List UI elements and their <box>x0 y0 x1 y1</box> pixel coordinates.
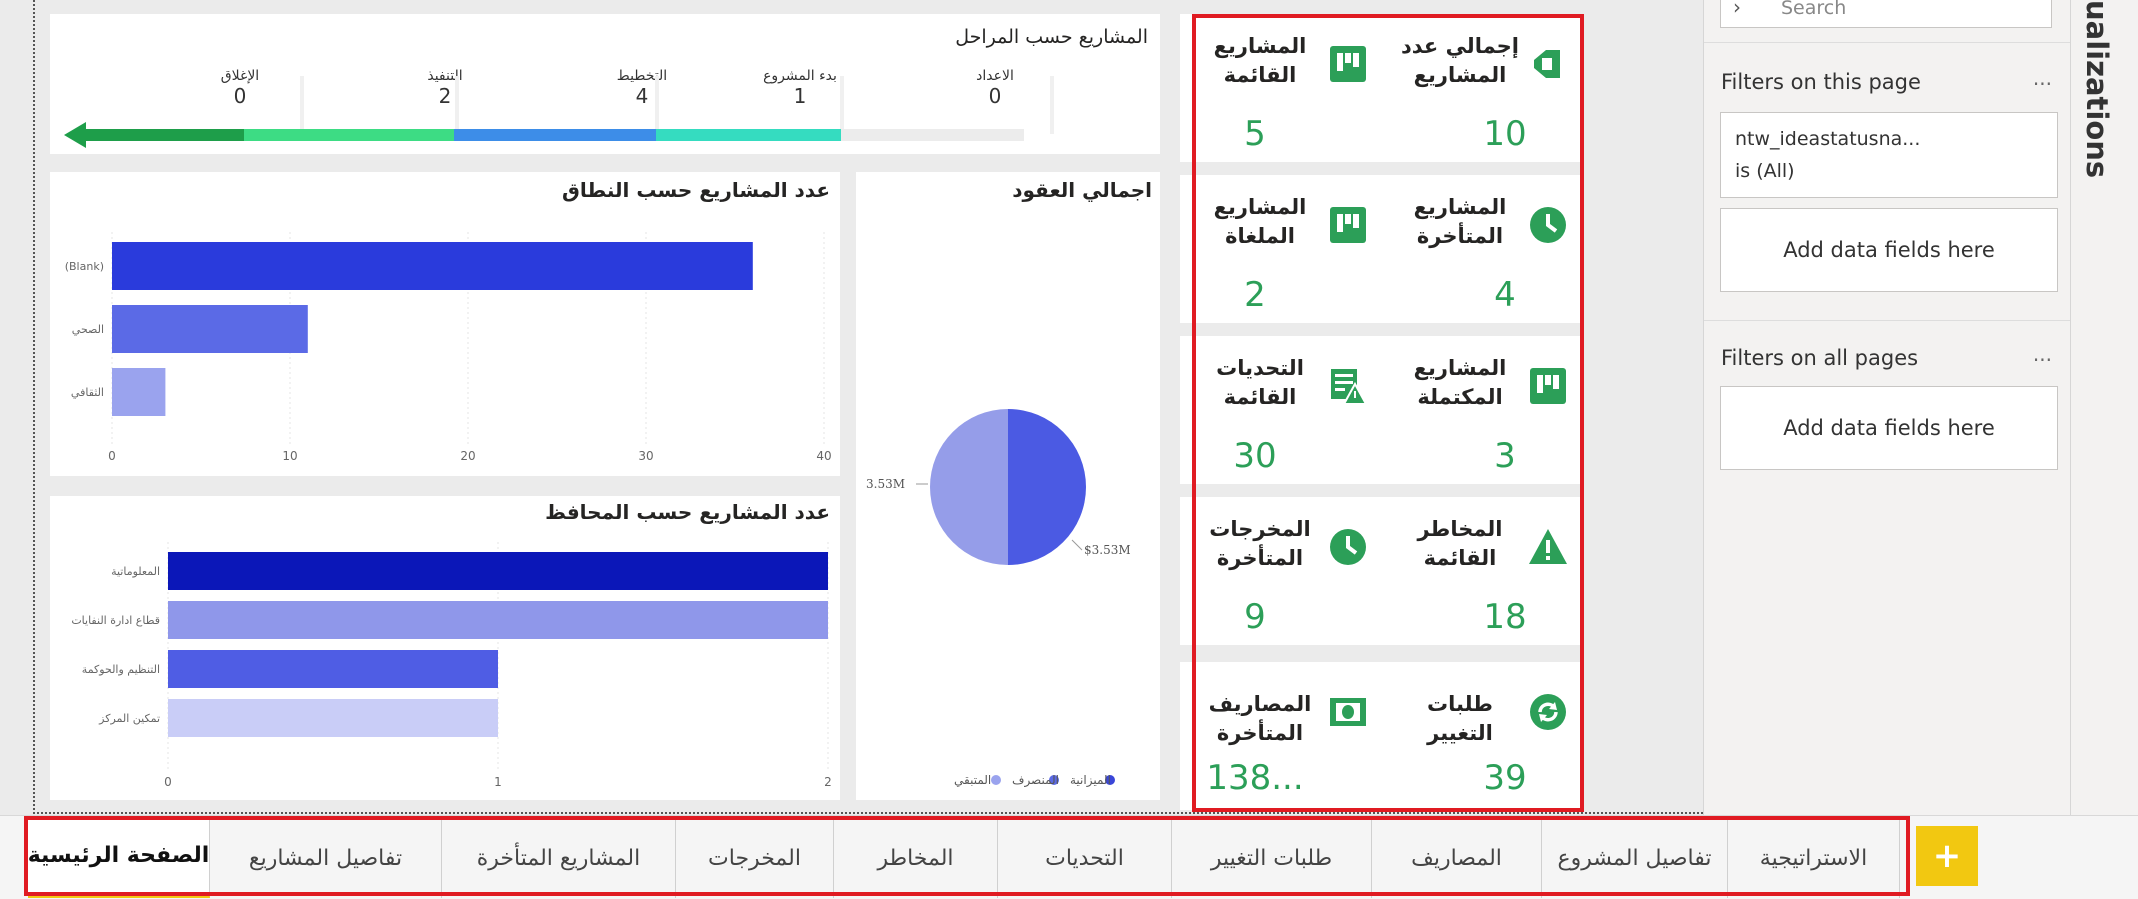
tab-expenses[interactable]: المصاريف <box>1372 818 1542 898</box>
more-options-icon[interactable]: ... <box>2033 66 2052 90</box>
tab-outputs[interactable]: المخرجات <box>676 818 834 898</box>
add-page-button[interactable]: + <box>1916 826 1978 886</box>
add-data-fields-page[interactable]: Add data fields here <box>1720 208 2058 292</box>
report-canvas: المشاريع حسب المراحل الإغلاق 0 التنفيذ 2… <box>0 0 1703 815</box>
filter-field-name: ntw_ideastatusna... <box>1735 128 1921 150</box>
filters-pane: › Search Filters on this page ... ntw_id… <box>1703 0 2071 815</box>
page-tabs: الصفحة الرئيسية تفاصيل المشاريع المشاريع… <box>0 815 2138 899</box>
tab-change-requests[interactable]: طلبات التغيير <box>1172 818 1372 898</box>
filters-page-header: Filters on this page <box>1721 70 1921 94</box>
filter-card-status[interactable]: ntw_ideastatusna... is (All) <box>1720 112 2058 198</box>
tab-strategy[interactable]: الاستراتيجية <box>1728 818 1900 898</box>
tab-challenges[interactable]: التحديات <box>998 818 1172 898</box>
more-options-icon[interactable]: ... <box>2033 342 2052 366</box>
search-icon: › <box>1733 0 1741 19</box>
filter-search-input[interactable]: › Search <box>1720 0 2052 28</box>
tab-delayed-projects[interactable]: المشاريع المتأخرة <box>442 818 676 898</box>
canvas-border <box>33 0 1703 814</box>
tab-projects-details[interactable]: تفاصيل المشاريع <box>210 818 442 898</box>
filter-field-value: is (All) <box>1735 160 1795 182</box>
filters-all-header: Filters on all pages <box>1721 346 1919 370</box>
tab-home[interactable]: الصفحة الرئيسية <box>28 818 210 898</box>
search-placeholder: Search <box>1781 0 1847 19</box>
tab-risks[interactable]: المخاطر <box>834 818 998 898</box>
add-data-fields-all[interactable]: Add data fields here <box>1720 386 2058 470</box>
tab-project-detail[interactable]: تفاصيل المشروع <box>1542 818 1728 898</box>
visualizations-label[interactable]: ualizations <box>2080 0 2114 178</box>
